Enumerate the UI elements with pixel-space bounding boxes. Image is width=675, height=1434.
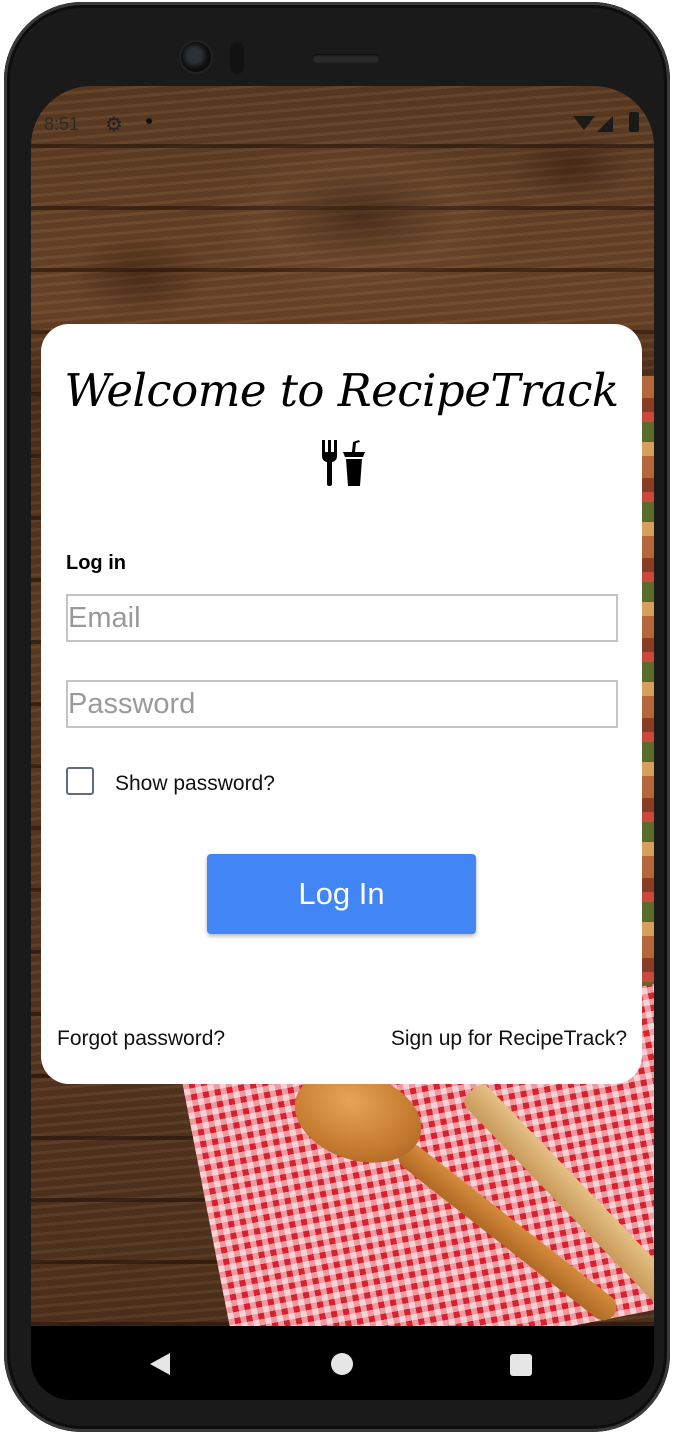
device-screen: 8:51 ⚙ Welcome to RecipeTrack Log in Sho… xyxy=(31,86,654,1400)
status-bar: 8:51 ⚙ xyxy=(31,110,654,140)
gear-icon: ⚙ xyxy=(105,114,123,136)
back-icon[interactable] xyxy=(150,1353,170,1375)
signup-link[interactable]: Sign up for RecipeTrack? xyxy=(391,1027,627,1051)
battery-icon xyxy=(629,112,639,132)
forgot-password-link[interactable]: Forgot password? xyxy=(57,1027,225,1051)
wifi-icon xyxy=(573,116,595,130)
utensils-icon xyxy=(322,440,365,486)
signal-icon xyxy=(597,116,613,132)
recents-icon[interactable] xyxy=(510,1354,532,1376)
show-password-checkbox[interactable] xyxy=(66,767,94,795)
home-icon[interactable] xyxy=(331,1353,353,1375)
login-card: Welcome to RecipeTrack Log in Show passw… xyxy=(41,324,642,1084)
welcome-title: Welcome to RecipeTrack xyxy=(64,364,619,417)
proximity-sensor xyxy=(230,42,244,74)
login-heading: Log in xyxy=(66,552,126,574)
password-field[interactable] xyxy=(66,680,618,728)
show-password-label[interactable]: Show password? xyxy=(115,772,275,796)
status-time: 8:51 xyxy=(44,114,80,134)
email-field[interactable] xyxy=(66,594,618,642)
front-camera xyxy=(181,42,211,72)
login-button[interactable]: Log In xyxy=(207,854,476,934)
navigation-bar xyxy=(31,1326,654,1400)
earpiece-speaker xyxy=(312,54,380,63)
dot-icon xyxy=(146,118,152,124)
